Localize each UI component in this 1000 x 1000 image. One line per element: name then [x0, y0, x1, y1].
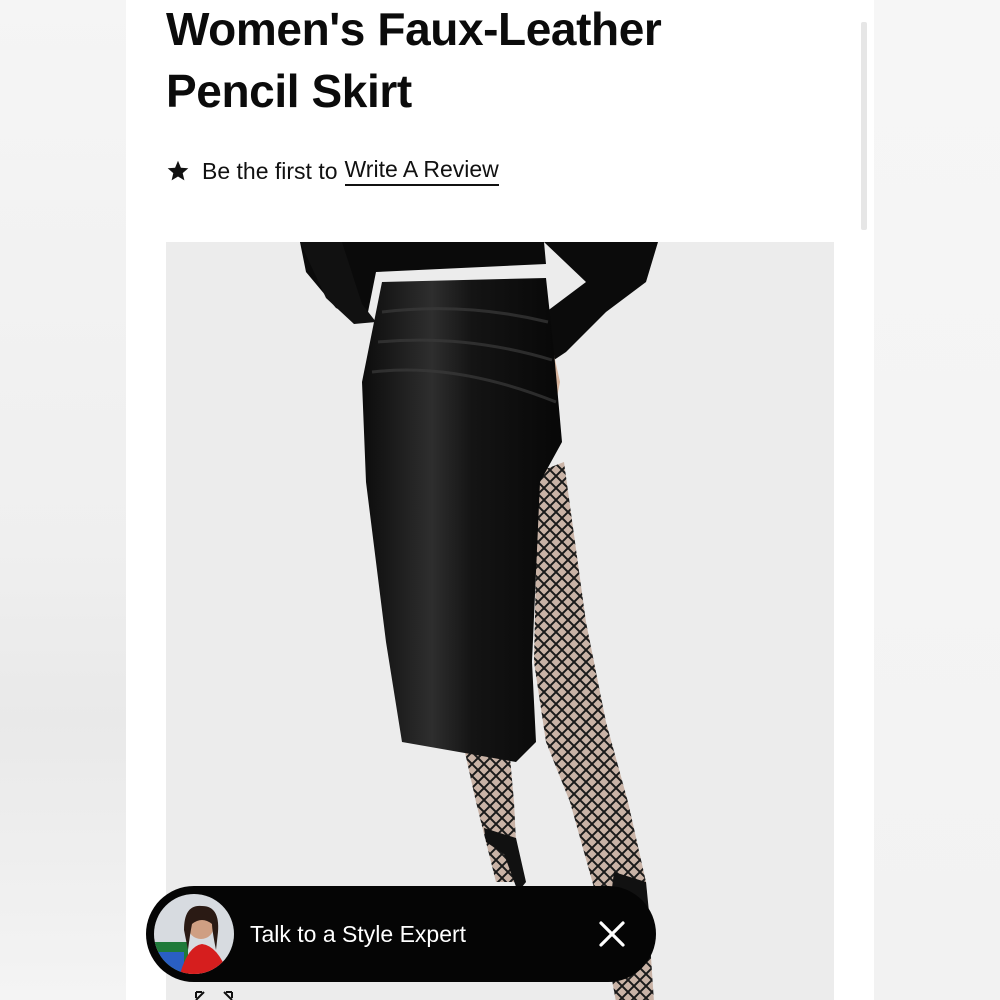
right-backdrop [874, 0, 1000, 1000]
expand-icon[interactable] [192, 988, 236, 1000]
write-review-link[interactable]: Write A Review [344, 156, 499, 186]
close-icon[interactable] [598, 920, 626, 948]
review-prompt-text: Be the first to [202, 157, 338, 184]
product-page: Women's Faux-Leather Pencil Skirt Be the… [126, 0, 874, 1000]
review-prompt: Be the first to Write A Review [166, 154, 499, 188]
star-icon [167, 160, 189, 181]
style-expert-chat-button[interactable]: Talk to a Style Expert [146, 886, 656, 982]
scrollbar[interactable] [861, 22, 867, 230]
avatar [154, 894, 234, 974]
chat-label: Talk to a Style Expert [250, 921, 467, 947]
left-backdrop [0, 0, 126, 1000]
product-title: Women's Faux-Leather Pencil Skirt [166, 3, 662, 117]
